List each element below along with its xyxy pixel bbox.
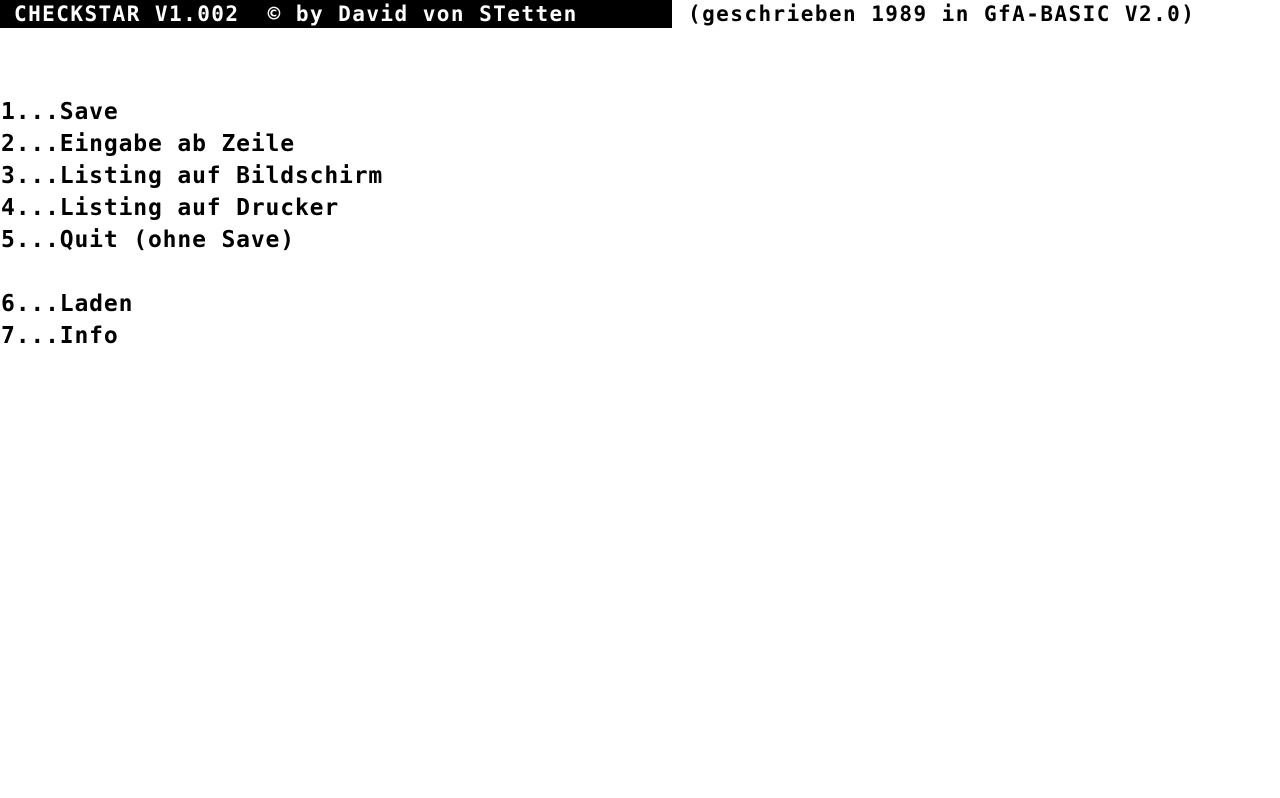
menu-item-quit-ohne-save[interactable]: 5...Quit (ohne Save)	[0, 224, 1280, 256]
menu-item-listing-auf-bildschirm[interactable]: 3...Listing auf Bildschirm	[0, 160, 1280, 192]
main-menu: 1...Save 2...Eingabe ab Zeile 3...Listing …	[0, 96, 1280, 352]
menu-item-listing-auf-drucker[interactable]: 4...Listing auf Drucker	[0, 192, 1280, 224]
menu-item-laden[interactable]: 6...Laden	[0, 288, 1280, 320]
menu-item-info[interactable]: 7...Info	[0, 320, 1280, 352]
terminal-screen: CHECKSTAR V1.002 © by David von STetten …	[0, 0, 1280, 798]
program-subtitle: (geschrieben 1989 in GfA-BASIC V2.0)	[672, 0, 1196, 28]
title-bar: CHECKSTAR V1.002 © by David von STetten …	[0, 0, 1280, 28]
menu-blank-line	[0, 256, 1280, 288]
menu-item-eingabe-ab-zeile[interactable]: 2...Eingabe ab Zeile	[0, 128, 1280, 160]
menu-item-save[interactable]: 1...Save	[0, 96, 1280, 128]
program-title-inverse: CHECKSTAR V1.002 © by David von STetten	[0, 0, 672, 28]
